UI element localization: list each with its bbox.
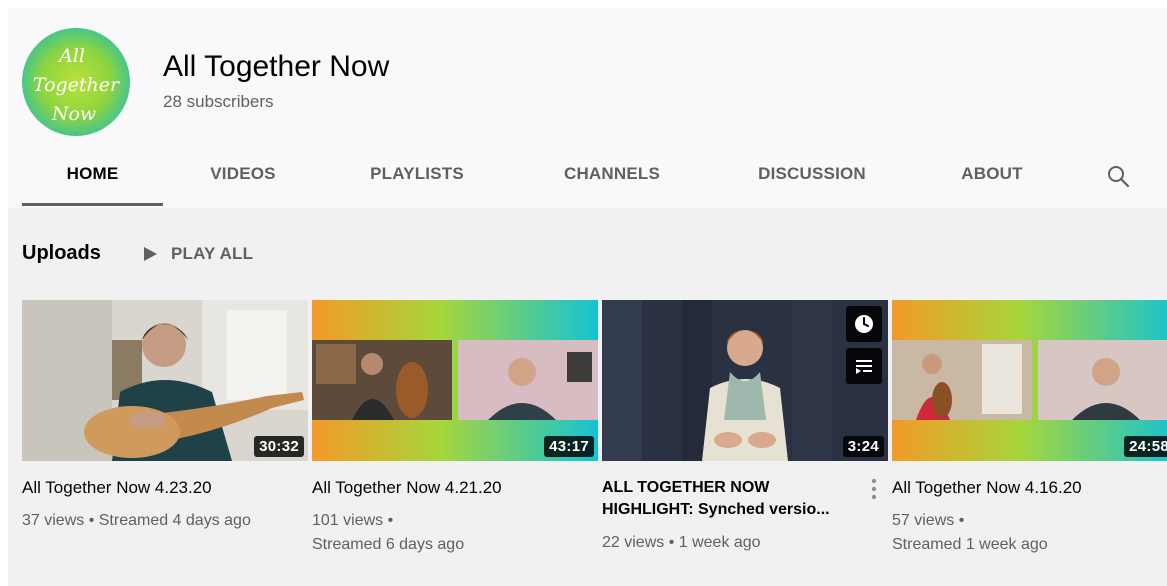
tab-about[interactable]: ABOUT [937, 144, 1047, 208]
video-metadata: 37 views • Streamed 4 days ago [22, 512, 251, 529]
svg-text:Together: Together [33, 74, 121, 96]
video-views: 101 views • [312, 512, 394, 529]
tab-playlists[interactable]: PLAYLISTS [352, 144, 482, 208]
video-card: 43:17 All Together Now 4.21.20 101 views… [312, 300, 598, 557]
tab-channels[interactable]: CHANNELS [542, 144, 682, 208]
channel-name: All Together Now [163, 50, 390, 83]
video-thumbnail[interactable]: 24:58 [892, 300, 1167, 461]
video-title[interactable]: ALL TOGETHER NOW HIGHLIGHT: Synched vers… [602, 477, 888, 521]
video-duration: 30:32 [254, 436, 304, 457]
video-thumbnail[interactable]: 30:32 [22, 300, 308, 461]
video-card: 30:32 All Together Now 4.23.20 37 views … [22, 300, 308, 533]
tab-discussion[interactable]: DISCUSSION [737, 144, 887, 208]
channel-avatar[interactable]: All Together Now [22, 28, 130, 136]
video-duration: 3:24 [842, 436, 884, 457]
play-all-button[interactable]: PLAY ALL [141, 240, 253, 268]
video-thumbnail[interactable]: 43:17 [312, 300, 598, 461]
video-title[interactable]: All Together Now 4.23.20 [22, 477, 308, 499]
add-to-queue-button[interactable] [846, 348, 882, 384]
video-duration: 43:17 [544, 436, 594, 457]
video-stream-date: Streamed 6 days ago [312, 536, 465, 553]
video-metadata: 101 views • Streamed 6 days ago [312, 509, 598, 557]
video-card: 3:24 ALL TOGETHER NOW HIGHLIGHT: Synched… [602, 300, 888, 555]
video-views: 57 views • [892, 512, 965, 529]
video-title-line: HIGHLIGHT: Synched versio... [602, 501, 830, 518]
video-metadata: 22 views • 1 week ago [602, 534, 761, 551]
more-vertical-icon [871, 478, 877, 500]
tab-videos[interactable]: VIDEOS [182, 144, 304, 208]
watch-later-button[interactable] [846, 306, 882, 342]
play-icon [144, 247, 157, 261]
channel-header: All Together Now All Together Now 28 sub… [8, 8, 1167, 208]
video-stream-date: Streamed 1 week ago [892, 536, 1048, 553]
svg-text:All: All [57, 45, 85, 67]
svg-text:Now: Now [51, 103, 96, 125]
clock-icon [855, 315, 873, 333]
queue-icon [856, 360, 872, 374]
video-title[interactable]: All Together Now 4.16.20 [892, 477, 1167, 499]
channel-logo: All Together Now [33, 45, 121, 125]
channel-tabs: HOME VIDEOS PLAYLISTS CHANNELS DISCUSSIO… [22, 144, 1152, 208]
subscriber-count: 28 subscribers [163, 92, 274, 111]
page: All Together Now All Together Now 28 sub… [8, 8, 1167, 586]
video-title[interactable]: All Together Now 4.21.20 [312, 477, 598, 499]
video-thumbnail[interactable]: 3:24 [602, 300, 888, 461]
video-metadata: 57 views • Streamed 1 week ago [892, 509, 1167, 557]
search-icon [1108, 166, 1130, 188]
video-title-line: ALL TOGETHER NOW [602, 479, 770, 496]
uploads-heading: Uploads [22, 242, 101, 264]
tab-home[interactable]: HOME [22, 144, 163, 208]
channel-search-button[interactable] [1100, 158, 1136, 194]
video-duration: 24:58 [1124, 436, 1167, 457]
play-all-label: PLAY ALL [171, 244, 254, 263]
video-card: 24:58 All Together Now 4.16.20 57 views … [892, 300, 1167, 557]
video-menu-button[interactable] [868, 476, 880, 504]
